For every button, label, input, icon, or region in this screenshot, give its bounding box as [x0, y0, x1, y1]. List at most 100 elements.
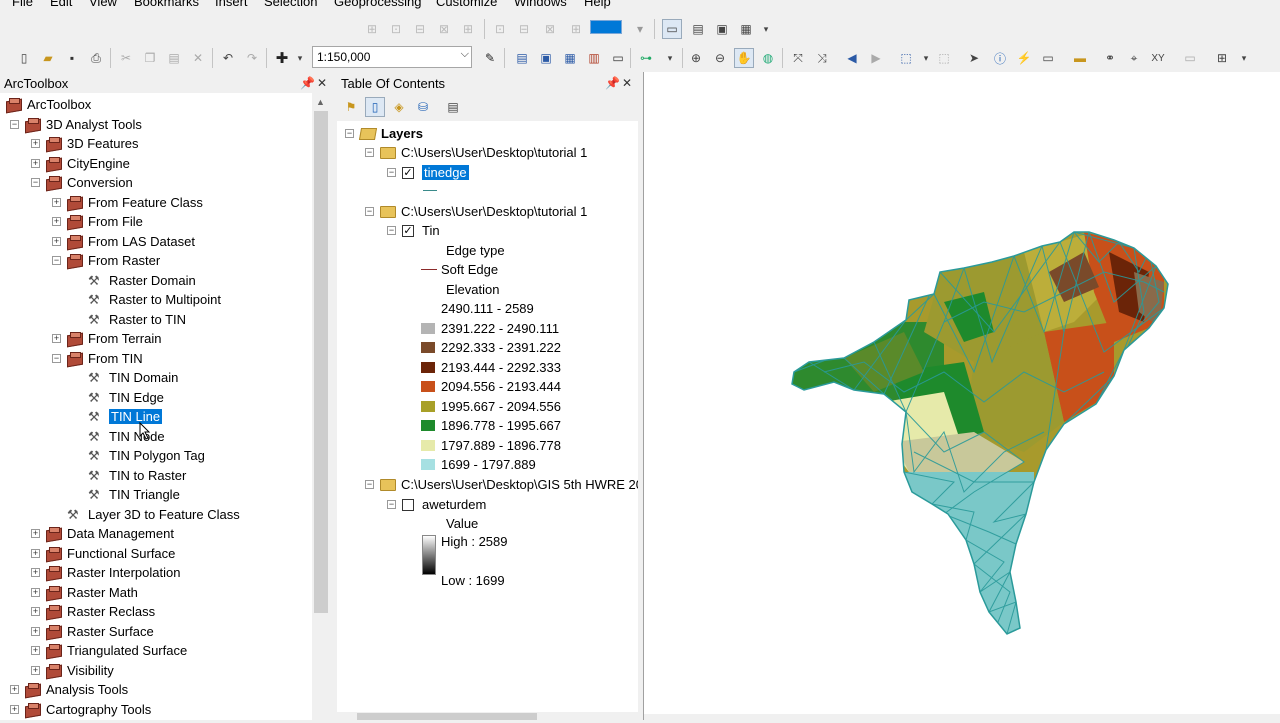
collapse-icon[interactable]: − [365, 480, 374, 489]
tree-raster-math[interactable]: + Raster Math [31, 583, 138, 602]
scrollbar-thumb[interactable] [357, 713, 537, 720]
tree-visibility[interactable]: + Visibility [31, 661, 114, 680]
tree-tin-line[interactable]: ⚒ TIN Line [88, 407, 163, 426]
expand-icon[interactable]: + [31, 588, 40, 597]
list-by-source-icon[interactable]: ▯ [365, 97, 385, 117]
redo-icon[interactable]: ↷ [242, 48, 262, 68]
tree-tin-triangle[interactable]: ⚒ TIN Triangle [88, 485, 180, 504]
tree-from-feature-class[interactable]: + From Feature Class [52, 193, 203, 212]
tree-root[interactable]: ArcToolbox [6, 95, 91, 114]
expand-icon[interactable]: + [31, 568, 40, 577]
toc-hscrollbar[interactable] [337, 712, 640, 720]
list-by-drawing-order-icon[interactable]: ⚑ [341, 97, 361, 117]
collapse-icon[interactable]: − [365, 207, 374, 216]
tree-tin-edge[interactable]: ⚒ TIN Edge [88, 388, 164, 407]
add-data-dropdown-icon[interactable]: ▾ [290, 48, 310, 68]
open-icon[interactable]: ▰ [38, 48, 58, 68]
python-window-icon[interactable]: ▭ [608, 48, 628, 68]
tree-tin-domain[interactable]: ⚒ TIN Domain [88, 368, 178, 387]
menu-view[interactable]: View [89, 0, 117, 9]
find-icon[interactable]: ⚭ [1100, 48, 1120, 68]
tree-raster-domain[interactable]: ⚒ Raster Domain [88, 271, 196, 290]
tree-tin-node[interactable]: ⚒ TIN Node [88, 427, 165, 446]
expand-icon[interactable]: + [52, 198, 61, 207]
copy-icon[interactable]: ❐ [140, 48, 160, 68]
tree-cartography-tools[interactable]: + Cartography Tools [10, 700, 151, 719]
tree-from-las[interactable]: + From LAS Dataset [52, 232, 195, 251]
list-by-visibility-icon[interactable]: ◈ [389, 97, 409, 117]
toc-layer-dem[interactable]: − aweturdem [387, 495, 486, 514]
menu-insert[interactable]: Insert [215, 0, 248, 9]
undo-icon[interactable]: ↶ [218, 48, 238, 68]
tree-raster-surface[interactable]: + Raster Surface [31, 622, 154, 641]
back-icon[interactable]: ◀ [842, 48, 862, 68]
map-scale-field[interactable]: 1:150,000 ⌵ [312, 46, 472, 68]
layer-visibility-checkbox[interactable]: ✓ [402, 166, 414, 179]
cut-polygon-icon[interactable]: ⊠ [434, 19, 454, 39]
menu-geoprocessing[interactable]: Geoprocessing [334, 0, 421, 9]
go-to-xy-icon[interactable]: XY [1148, 48, 1168, 68]
dropdown-arrow-icon[interactable]: ▾ [630, 19, 650, 39]
print-icon[interactable]: ⎙ [86, 48, 106, 68]
hyperlink-icon[interactable]: ⚡ [1014, 48, 1034, 68]
tree-conversion[interactable]: − Conversion [31, 173, 133, 192]
sketch-properties-icon[interactable]: ⊞ [566, 19, 586, 39]
tree-raster-to-multipoint[interactable]: ⚒ Raster to Multipoint [88, 290, 221, 309]
catalog-icon[interactable]: ▣ [536, 48, 556, 68]
fixed-zoom-out-icon[interactable]: ⤨ [812, 48, 832, 68]
close-icon[interactable]: ✕ [317, 76, 327, 90]
tree-tin-polygon-tag[interactable]: ⚒ TIN Polygon Tag [88, 446, 205, 465]
tree-triangulated-surface[interactable]: + Triangulated Surface [31, 641, 187, 660]
expand-icon[interactable]: + [31, 607, 40, 616]
tree-from-file[interactable]: + From File [52, 212, 143, 231]
tree-functional-surface[interactable]: + Functional Surface [31, 544, 175, 563]
expand-icon[interactable]: + [52, 217, 61, 226]
layout-view-icon[interactable]: ▭ [662, 19, 682, 39]
edit-vertices-icon[interactable]: ⊡ [386, 19, 406, 39]
clear-selection-icon[interactable]: ⬚ [934, 48, 954, 68]
html-popup-icon[interactable]: ▭ [1038, 48, 1058, 68]
menu-selection[interactable]: Selection [264, 0, 317, 9]
new-document-icon[interactable]: ▯ [14, 48, 34, 68]
tree-cityengine[interactable]: + CityEngine [31, 154, 130, 173]
close-icon[interactable]: ✕ [622, 76, 632, 90]
editor-icon[interactable]: ✎ [480, 48, 500, 68]
full-extent-icon[interactable]: ◍ [758, 48, 778, 68]
menu-customize[interactable]: Customize [436, 0, 497, 9]
select-dropdown-icon[interactable]: ▾ [916, 48, 936, 68]
tree-from-raster[interactable]: − From Raster [52, 251, 160, 270]
sketch-icon[interactable]: ⊠ [540, 19, 560, 39]
collapse-icon[interactable]: − [387, 168, 396, 177]
select-elements-icon[interactable]: ➤ [964, 48, 984, 68]
menu-edit[interactable]: Edit [50, 0, 72, 9]
expand-icon[interactable]: + [31, 666, 40, 675]
select-features-icon[interactable]: ⬚ [896, 48, 916, 68]
focus-icon[interactable]: ▣ [712, 19, 732, 39]
expand-icon[interactable]: + [31, 646, 40, 655]
split-icon[interactable]: ⊞ [458, 19, 478, 39]
collapse-icon[interactable]: − [387, 500, 396, 509]
cut-icon[interactable]: ✂ [116, 48, 136, 68]
menu-help[interactable]: Help [584, 0, 611, 9]
rotate-icon[interactable]: ⊡ [490, 19, 510, 39]
scroll-up-icon[interactable]: ▲ [316, 97, 325, 107]
toolbox-icon[interactable]: ▥ [584, 48, 604, 68]
attributes-icon[interactable]: ⊟ [514, 19, 534, 39]
change-layout-icon[interactable]: ▦ [736, 19, 756, 39]
menu-windows[interactable]: Windows [514, 0, 567, 9]
modelbuilder-icon[interactable]: ⊶ [636, 48, 656, 68]
toc-layer-tin[interactable]: − ✓ Tin [387, 221, 440, 240]
reshape-icon[interactable]: ⊟ [410, 19, 430, 39]
expand-icon[interactable]: + [31, 529, 40, 538]
tree-from-terrain[interactable]: + From Terrain [52, 329, 161, 348]
tree-3d-analyst[interactable]: − 3D Analyst Tools [10, 115, 142, 134]
add-data-icon[interactable]: ✚ [272, 48, 292, 68]
toc-group-2[interactable]: − C:\Users\User\Desktop\tutorial 1 [365, 202, 587, 221]
fixed-zoom-in-icon[interactable]: ⤧ [788, 48, 808, 68]
layer-color-box[interactable] [590, 20, 622, 34]
measure-icon[interactable]: ▬ [1070, 48, 1090, 68]
paste-icon[interactable]: ▤ [164, 48, 184, 68]
expand-icon[interactable]: + [31, 159, 40, 168]
forward-icon[interactable]: ▶ [866, 48, 886, 68]
list-by-selection-icon[interactable]: ⛁ [413, 97, 433, 117]
